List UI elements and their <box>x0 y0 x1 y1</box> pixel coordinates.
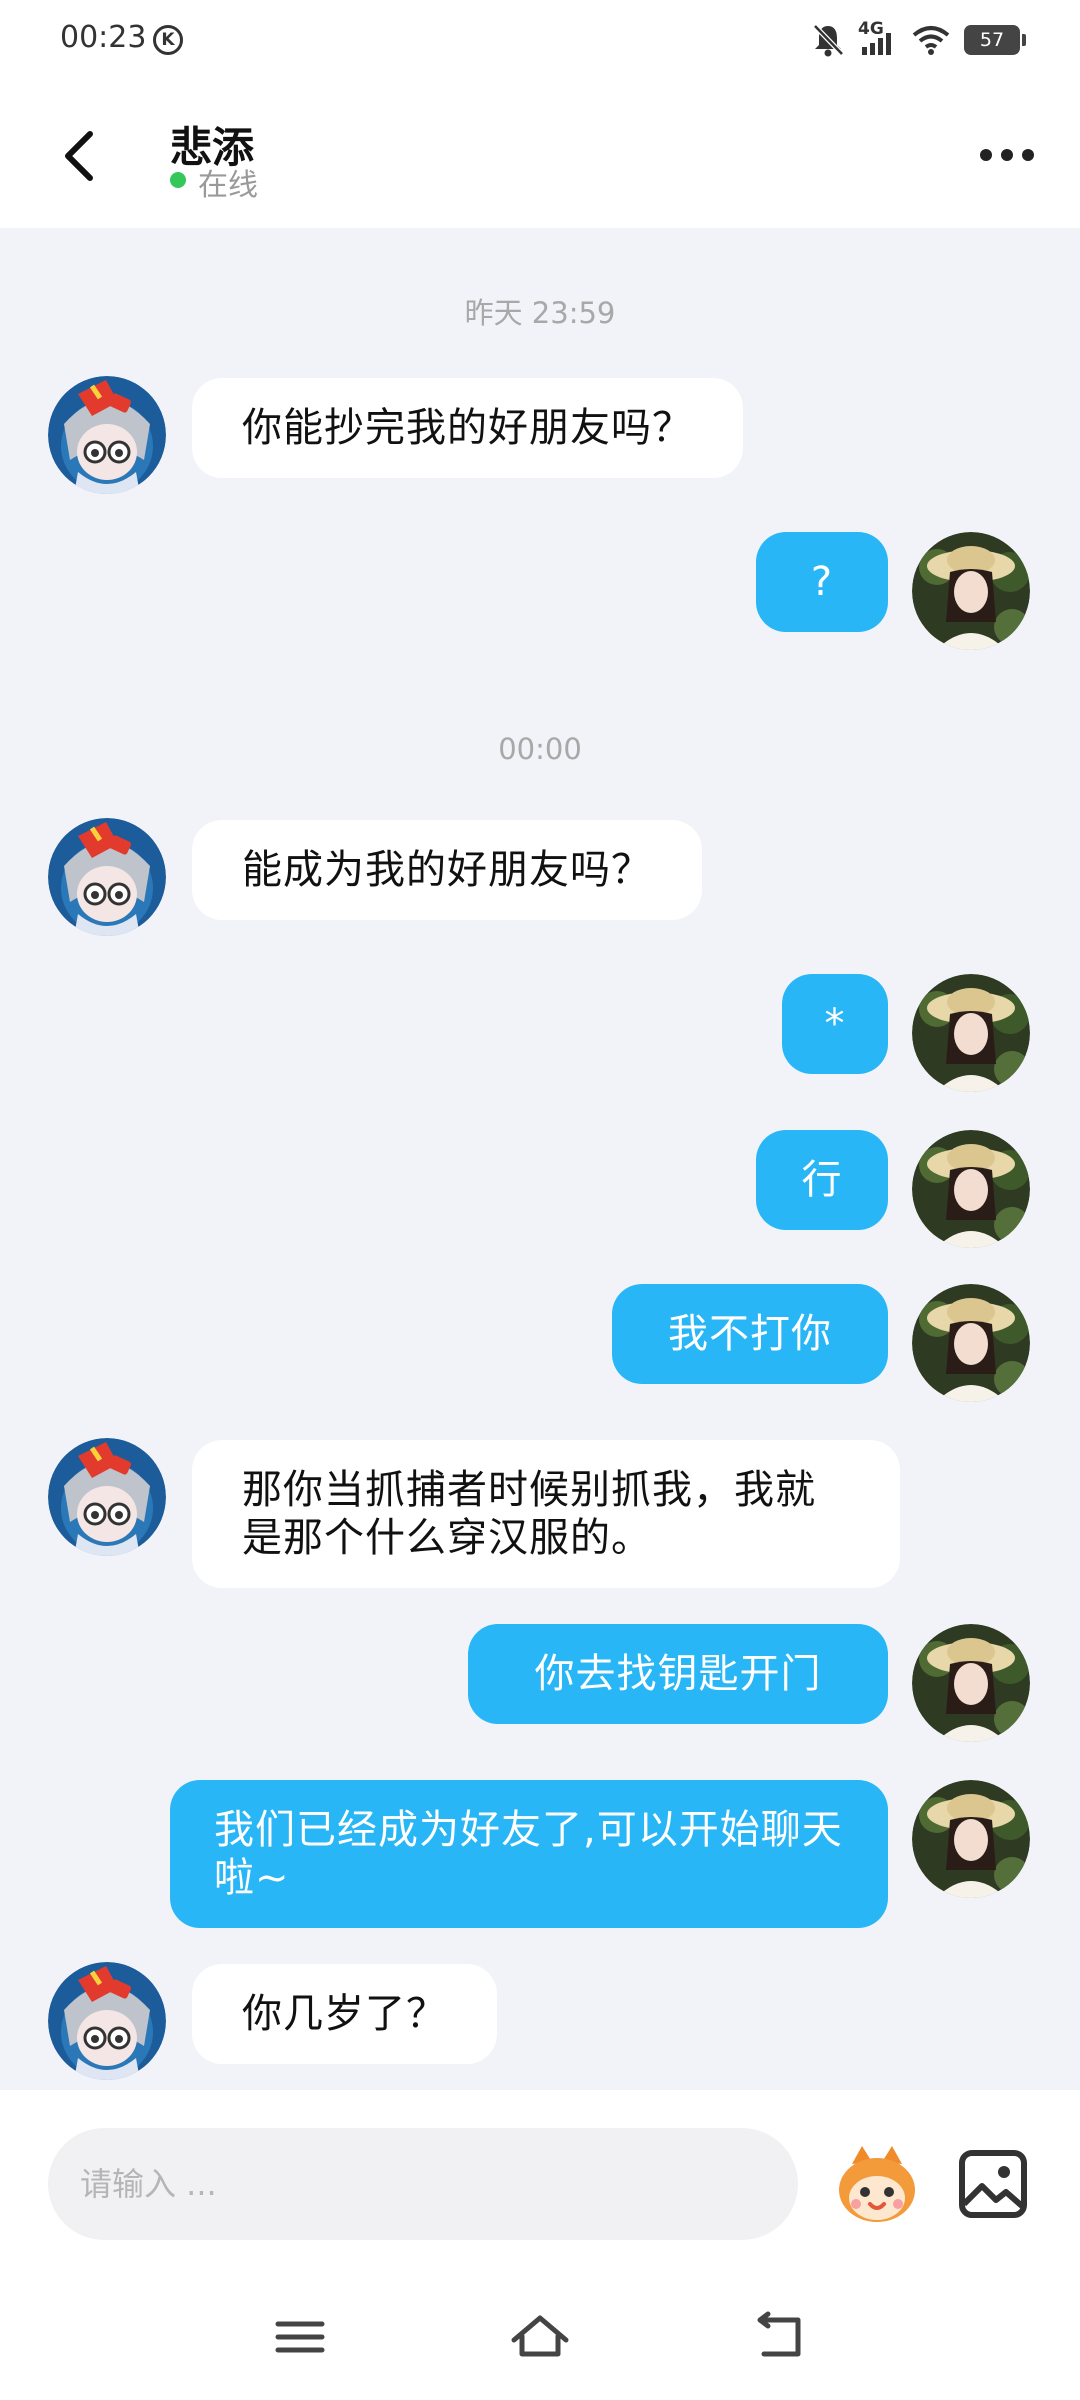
user-avatar[interactable] <box>912 974 1030 1092</box>
image-icon <box>959 2150 1027 2218</box>
more-dot-icon <box>1022 149 1034 161</box>
emoji-button[interactable] <box>832 2142 922 2228</box>
back-button[interactable] <box>50 120 110 190</box>
back-nav-button[interactable] <box>742 2302 818 2372</box>
incoming-message[interactable]: 那你当抓捕者时候别抓我，我就是那个什么穿汉服的。 <box>192 1440 900 1588</box>
outgoing-message[interactable]: ? <box>756 532 888 632</box>
contact-avatar[interactable] <box>48 1438 166 1556</box>
outgoing-message[interactable]: 你去找钥匙开门 <box>468 1624 888 1724</box>
outgoing-message[interactable]: * <box>782 974 888 1074</box>
outgoing-message[interactable]: 我不打你 <box>612 1284 888 1384</box>
status-icons: 4G 57 <box>812 19 1026 60</box>
online-dot-icon <box>170 172 186 188</box>
chat-header: 悲添 在线 <box>0 80 1080 228</box>
user-avatar[interactable] <box>912 1624 1030 1742</box>
user-avatar[interactable] <box>912 1780 1030 1898</box>
input-bar <box>0 2090 1080 2280</box>
contact-avatar[interactable] <box>48 376 166 494</box>
signal-icon: 4G <box>858 19 898 57</box>
timestamp: 00:00 <box>498 732 582 766</box>
menu-button[interactable] <box>262 2302 338 2372</box>
wifi-icon <box>912 26 950 55</box>
online-status: 在线 <box>198 168 258 203</box>
incoming-message[interactable]: 你能抄完我的好朋友吗？ <box>192 378 743 478</box>
menu-icon <box>275 2321 325 2353</box>
incoming-message[interactable]: 你几岁了？ <box>192 1964 497 2064</box>
user-avatar[interactable] <box>912 532 1030 650</box>
timestamp: 昨天 23:59 <box>464 296 616 330</box>
outgoing-message[interactable]: 行 <box>756 1130 888 1230</box>
image-button[interactable] <box>958 2148 1028 2220</box>
user-avatar[interactable] <box>912 1284 1030 1402</box>
contact-avatar[interactable] <box>48 818 166 936</box>
back-arrow-icon <box>757 2311 801 2357</box>
home-button[interactable] <box>502 2302 578 2372</box>
battery-icon: 57 <box>964 25 1026 55</box>
user-avatar[interactable] <box>912 1130 1030 1248</box>
status-bar: 00:23 K 4G 57 <box>0 0 1080 80</box>
chat-messages[interactable]: 昨天 23:59 你能抄完我的好朋友吗？ ? 00:00 能成为我的好朋友吗？ … <box>0 228 1080 2090</box>
system-navigation-bar <box>0 2280 1080 2400</box>
outgoing-message[interactable]: 我们已经成为好友了,可以开始聊天啦~ <box>170 1780 888 1928</box>
contact-avatar[interactable] <box>48 1962 166 2080</box>
more-options-button[interactable] <box>972 140 1042 170</box>
bell-off-icon <box>813 24 844 57</box>
chevron-left-icon <box>65 131 93 181</box>
incoming-message[interactable]: 能成为我的好朋友吗？ <box>192 820 702 920</box>
k-badge-icon: K <box>153 25 183 55</box>
status-time: 00:23 <box>60 20 147 55</box>
message-input[interactable] <box>48 2128 798 2240</box>
more-dot-icon <box>1001 149 1013 161</box>
more-dot-icon <box>980 149 992 161</box>
home-icon <box>511 2315 569 2357</box>
emoji-mascot-icon <box>839 2146 915 2222</box>
